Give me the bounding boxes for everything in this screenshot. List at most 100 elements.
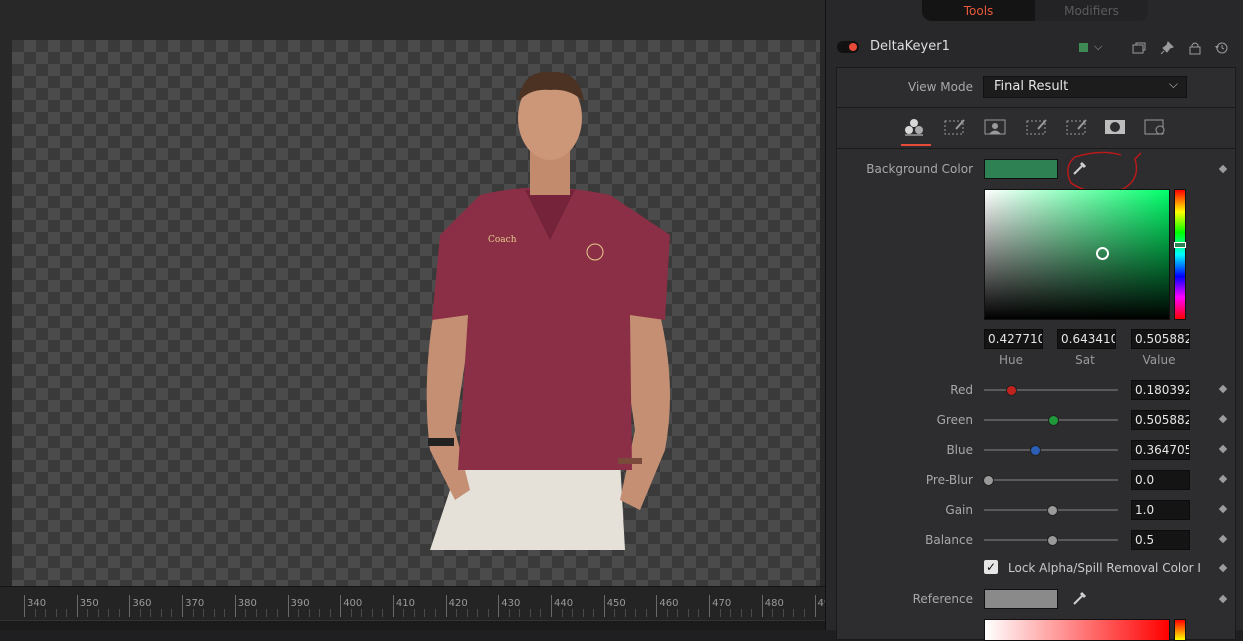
slider-value-field[interactable]: 0.505882	[1131, 410, 1190, 430]
lock-alpha-checkbox[interactable]: ✓	[984, 560, 998, 574]
ruler-tick	[287, 595, 289, 617]
slider-knob[interactable]	[1029, 445, 1041, 456]
viewer-panel: Coach 340 350 360 370 380 390 400 410 420 430 440 4…	[0, 0, 825, 630]
pre-matte-tab-icon[interactable]	[944, 118, 966, 136]
hue-slider-handle[interactable]	[1174, 242, 1186, 248]
reference-hue-slider[interactable]	[1174, 619, 1186, 641]
keyframe-diamond-icon[interactable]	[1218, 474, 1228, 484]
tab-modifiers[interactable]: Modifiers	[1035, 0, 1148, 21]
ruler-minor-tick	[245, 609, 247, 617]
ruler-tick-label: 360	[132, 598, 152, 609]
ruler-tick-label: 49	[817, 598, 826, 609]
keyframe-diamond-icon[interactable]	[1218, 563, 1228, 573]
ruler-minor-tick	[203, 609, 205, 617]
inspector-panel: Tools Modifiers DeltaKeyer1 ⌵ View Mode …	[825, 0, 1243, 641]
matte-tab-icon[interactable]	[984, 118, 1006, 136]
ruler-minor-tick	[666, 609, 668, 617]
ruler-minor-tick	[466, 609, 468, 617]
keyframe-diamond-icon[interactable]	[1218, 504, 1228, 514]
slider-knob[interactable]	[983, 475, 994, 486]
settings-tab-icon[interactable]	[1144, 118, 1166, 136]
ruler-minor-tick	[561, 609, 563, 617]
pin-icon[interactable]	[1159, 40, 1175, 56]
mask-tab-icon[interactable]	[1104, 118, 1126, 136]
ruler-tick-label: 370	[185, 598, 205, 609]
chevron-down-icon[interactable]: ⌵	[1094, 40, 1102, 54]
ruler-minor-tick	[66, 609, 67, 617]
ruler-tick	[182, 595, 184, 617]
ruler-tick	[814, 595, 816, 617]
ruler-minor-tick	[624, 609, 626, 617]
ruler-minor-tick	[782, 609, 784, 617]
lock-icon[interactable]	[1187, 40, 1203, 56]
ruler-minor-tick	[719, 609, 721, 617]
view-mode-dropdown[interactable]: Final Result ⌵	[983, 76, 1187, 98]
slider-knob[interactable]	[1047, 505, 1058, 516]
slider-track[interactable]	[984, 535, 1118, 546]
slider-knob[interactable]	[1047, 535, 1058, 546]
saturation-value-picker[interactable]	[984, 189, 1170, 320]
sat-field[interactable]: 0.643410	[1057, 329, 1116, 349]
keyframe-diamond-icon[interactable]	[1218, 384, 1228, 394]
ruler-minor-tick	[361, 609, 363, 617]
keyframe-diamond-icon[interactable]	[1218, 444, 1228, 454]
node-enable-toggle[interactable]	[837, 41, 859, 53]
spill-tab-icon[interactable]	[1066, 118, 1088, 136]
value-field[interactable]: 0.505882	[1131, 329, 1190, 349]
reference-swatch[interactable]	[984, 589, 1058, 609]
reference-color-picker[interactable]	[984, 619, 1170, 641]
ruler-minor-tick	[55, 609, 57, 617]
keyframe-diamond-icon[interactable]	[1218, 164, 1228, 174]
ruler-tick	[129, 595, 131, 617]
hue-field[interactable]: 0.427710	[984, 329, 1043, 349]
ruler-minor-tick	[308, 609, 310, 617]
ruler-minor-tick	[487, 609, 489, 617]
slider-value-field[interactable]: 1.0	[1131, 500, 1190, 520]
slider-label-green: Green	[936, 413, 973, 427]
keyframe-diamond-icon[interactable]	[1218, 414, 1228, 424]
ruler-tick-label: 400	[343, 598, 363, 609]
keyframe-diamond-icon[interactable]	[1218, 594, 1228, 604]
slider-track[interactable]	[983, 475, 1118, 486]
pages-icon[interactable]	[1131, 40, 1147, 56]
ruler-minor-tick	[772, 609, 774, 617]
key-tab-icon[interactable]	[903, 118, 925, 136]
ruler-tick	[551, 595, 552, 617]
tab-tools[interactable]: Tools	[922, 0, 1035, 21]
ruler-tick	[76, 595, 78, 617]
hue-slider[interactable]	[1174, 189, 1186, 320]
slider-track[interactable]	[984, 415, 1118, 426]
slider-track[interactable]	[984, 385, 1118, 396]
fine-matte-tab-icon[interactable]	[1026, 118, 1048, 136]
node-color-chip[interactable]	[1079, 43, 1088, 52]
ruler-minor-tick	[645, 609, 647, 617]
slider-track[interactable]	[984, 445, 1118, 456]
slider-label-red: Red	[950, 383, 973, 397]
inspector-tabs: Tools Modifiers	[922, 0, 1148, 21]
ruler-minor-tick	[118, 609, 120, 617]
slider-label-blue: Blue	[946, 443, 973, 457]
ruler-minor-tick	[150, 609, 152, 617]
eyedropper-icon[interactable]	[1071, 589, 1089, 607]
ruler-minor-tick	[45, 609, 46, 617]
ruler-minor-tick	[803, 609, 805, 617]
ruler-tick-label: 390	[290, 598, 310, 609]
slider-track[interactable]	[984, 505, 1118, 516]
ruler-minor-tick	[160, 609, 162, 617]
picker-handle[interactable]	[1096, 247, 1109, 260]
slider-knob[interactable]	[1006, 385, 1018, 396]
slider-knob[interactable]	[1047, 415, 1059, 426]
reset-icon[interactable]	[1214, 40, 1230, 56]
ruler-minor-tick	[635, 609, 637, 617]
view-mode-value: Final Result	[994, 79, 1069, 94]
slider-value-field[interactable]: 0.364705	[1131, 440, 1190, 460]
ruler-minor-tick	[350, 609, 352, 617]
slider-value-field[interactable]: 0.180392	[1131, 380, 1190, 400]
background-color-swatch[interactable]	[984, 159, 1058, 179]
background-color-label: Background Color	[866, 162, 973, 176]
ruler-minor-tick	[298, 609, 299, 617]
slider-value-field[interactable]: 0.5	[1131, 530, 1190, 550]
keyframe-diamond-icon[interactable]	[1218, 534, 1228, 544]
slider-value-field[interactable]: 0.0	[1131, 470, 1190, 490]
timeline-ruler[interactable]: 340 350 360 370 380 390 400 410 420 430 440 450 460 4…	[0, 586, 825, 621]
